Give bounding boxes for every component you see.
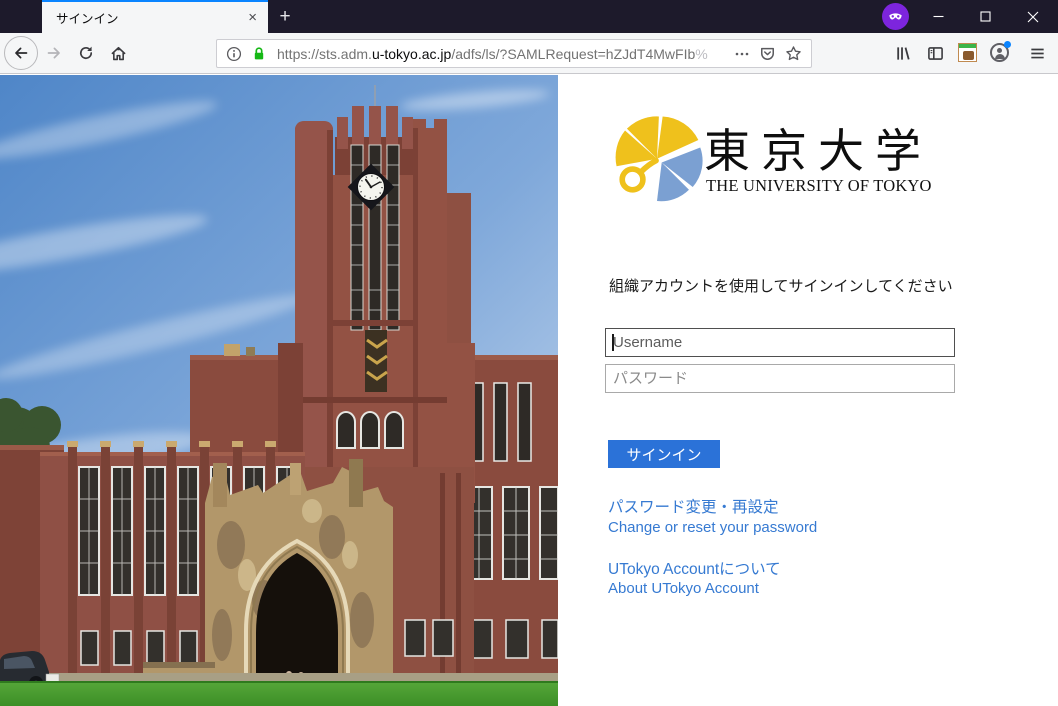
info-icon[interactable] <box>226 46 242 62</box>
password-input[interactable] <box>605 364 955 393</box>
campus-photo <box>0 75 558 706</box>
username-input[interactable] <box>605 328 955 357</box>
url-text: https://sts.adm.u-tokyo.ac.jp/adfs/ls/?S… <box>277 46 725 62</box>
change-password-link-en[interactable]: Change or reset your password <box>608 519 817 536</box>
extension-icon[interactable] <box>958 43 977 62</box>
url-domain: u-tokyo.ac.jp <box>372 46 451 62</box>
navigation-toolbar: https://sts.adm.u-tokyo.ac.jp/adfs/ls/?S… <box>0 33 1058 74</box>
about-account-link-jp[interactable]: UTokyo Accountについて <box>608 557 781 579</box>
sidebar-icon[interactable] <box>927 45 944 62</box>
menu-icon[interactable] <box>1029 45 1046 62</box>
signin-button[interactable]: サインイン <box>608 440 720 468</box>
logo-title-en: THE UNIVERSITY OF TOKYO <box>706 176 932 196</box>
signin-instruction: 組織アカウントを使用してサインインしてください <box>609 275 953 296</box>
about-account-link-en[interactable]: About UTokyo Account <box>608 580 759 597</box>
utokyo-ginkgo-logo-icon <box>610 106 704 204</box>
browser-tab[interactable]: サインイン × <box>42 0 268 33</box>
home-icon[interactable] <box>110 45 127 62</box>
maximize-button[interactable] <box>962 0 1009 33</box>
url-path: /adfs/ls/?SAMLRequest=hZJdT4MwFIb <box>451 46 695 62</box>
private-browsing-mask-icon <box>882 3 909 30</box>
url-bar[interactable]: https://sts.adm.u-tokyo.ac.jp/adfs/ls/?S… <box>216 39 812 68</box>
pocket-icon[interactable] <box>759 45 776 62</box>
tab-title: サインイン <box>56 8 246 27</box>
browser-window: サインイン × + <box>0 0 1058 706</box>
url-trailing: % <box>695 46 707 62</box>
new-tab-button[interactable]: + <box>273 5 297 29</box>
page-content: 東京大学 THE UNIVERSITY OF TOKYO 組織アカウントを使用し… <box>0 75 1058 706</box>
logo-title-jp: 東京大学 <box>704 115 932 181</box>
account-extension-icon[interactable] <box>990 43 1009 62</box>
url-scheme-host: https://sts.adm. <box>277 46 372 62</box>
page-actions-icon[interactable] <box>734 46 750 62</box>
bookmark-star-icon[interactable] <box>785 45 802 62</box>
back-icon[interactable] <box>4 36 38 70</box>
close-button[interactable] <box>1009 0 1056 33</box>
forward-icon[interactable] <box>46 45 62 61</box>
tab-close-icon[interactable]: × <box>246 10 259 25</box>
titlebar: サインイン × + <box>0 0 1058 33</box>
library-icon[interactable] <box>895 45 912 62</box>
reload-icon[interactable] <box>78 45 94 61</box>
minimize-button[interactable] <box>915 0 962 33</box>
change-password-link-jp[interactable]: パスワード変更・再設定 <box>608 495 779 517</box>
signin-panel: 東京大学 THE UNIVERSITY OF TOKYO 組織アカウントを使用し… <box>558 75 1058 706</box>
text-caret <box>612 334 614 351</box>
padlock-icon[interactable] <box>251 46 267 62</box>
